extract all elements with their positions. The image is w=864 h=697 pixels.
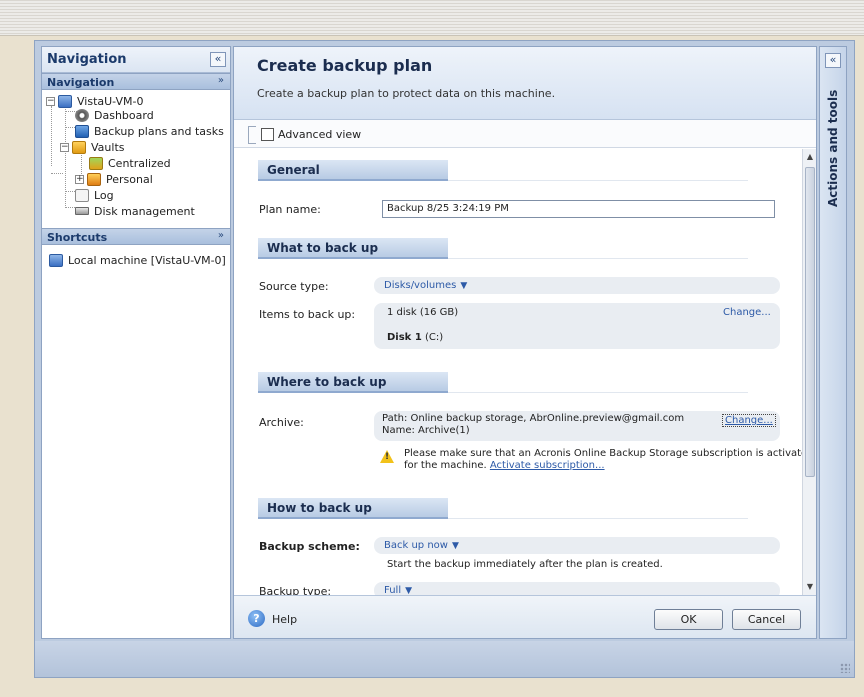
disk-management-icon [75, 207, 89, 215]
items-summary: 1 disk (16 GB) [387, 307, 459, 318]
items-change-link[interactable]: Change... [723, 307, 771, 318]
dialog-footer: ? Help OK Cancel [234, 595, 816, 638]
expand-node-icon[interactable]: + [75, 174, 84, 184]
navigation-pane-title: Navigation [47, 52, 127, 67]
backup-scheme-description: Start the backup immediately after the p… [387, 559, 663, 570]
actions-and-tools-pane[interactable]: « Actions and tools [819, 46, 847, 639]
advanced-view-checkbox[interactable] [261, 128, 274, 141]
backup-type-label: Backup type: [259, 585, 332, 595]
collapse-node-icon[interactable]: − [46, 96, 55, 106]
navigation-tree: − VistaU-VM-0 Dashboard Backup plans and… [42, 90, 230, 228]
tree-item-centralized[interactable]: Centralized [89, 155, 171, 171]
backup-plans-icon [75, 124, 89, 138]
archive-name: Name: Archive(1) [382, 425, 470, 436]
plan-name-input[interactable]: Backup 8/25 3:24:19 PM [382, 200, 775, 218]
warning-text-line1: Please make sure that an Acronis Online … [404, 448, 814, 459]
section-how-header: How to back up [258, 498, 448, 519]
shortcuts-section-label: Shortcuts [47, 231, 108, 244]
scrollbar-thumb[interactable] [805, 167, 815, 477]
backup-type-row [374, 582, 780, 595]
tree-item-label: Log [94, 188, 114, 202]
chevron-up-icon[interactable]: » [218, 75, 224, 86]
help-link[interactable]: Help [272, 613, 297, 626]
shortcut-label: Local machine [VistaU-VM-0] [68, 253, 226, 267]
computer-icon [49, 253, 63, 267]
tree-item-label: Personal [106, 172, 153, 186]
source-type-dropdown[interactable]: Disks/volumes ▼ [384, 280, 467, 291]
activate-subscription-link[interactable]: Activate subscription... [490, 460, 605, 471]
advanced-view-row: Advanced view [234, 120, 816, 148]
disk-entry: Disk 1 (C:) [387, 332, 444, 343]
computer-icon [58, 94, 72, 108]
create-backup-plan-pane: Create backup plan Create a backup plan … [233, 46, 817, 639]
archive-path: Path: Online backup storage, AbrOnline.p… [382, 413, 685, 424]
chevron-up-icon[interactable]: » [218, 230, 224, 241]
tree-item-disk-management[interactable]: Disk management [75, 203, 195, 219]
dropdown-arrow-icon: ▼ [405, 586, 413, 595]
tree-item-label: Dashboard [94, 108, 154, 122]
form-scroll-area: General Plan name: Backup 8/25 3:24:19 P… [234, 149, 816, 595]
window-top-stripes [0, 0, 864, 36]
backup-type-dropdown[interactable]: Full ▼ [384, 585, 412, 595]
dropdown-arrow-icon: ▼ [460, 281, 468, 291]
warning-text-line2: for the machine. Activate subscription..… [404, 460, 605, 471]
tree-item-label: Vaults [91, 140, 125, 154]
tree-item-log[interactable]: Log [75, 187, 114, 203]
tree-item-label: Disk management [94, 204, 195, 218]
dashboard-icon [75, 108, 89, 122]
navigation-pane: Navigation « Navigation » − VistaU-VM-0 … [41, 46, 231, 639]
scroll-up-icon[interactable]: ▲ [804, 151, 816, 163]
status-bar [35, 641, 854, 677]
shortcuts-section-bar[interactable]: Shortcuts » [42, 228, 230, 245]
help-icon[interactable]: ? [248, 610, 265, 627]
cancel-button[interactable]: Cancel [732, 609, 801, 630]
tree-item-vaults[interactable]: − Vaults [60, 139, 124, 155]
archive-change-link[interactable]: Change... [722, 414, 776, 427]
expand-actions-button[interactable]: « [825, 53, 841, 68]
shortcut-local-machine[interactable]: Local machine [VistaU-VM-0] [49, 252, 226, 268]
section-what-header: What to back up [258, 238, 448, 259]
page-header: Create backup plan Create a backup plan … [234, 47, 816, 120]
resize-grip-icon[interactable] [840, 663, 850, 673]
form-vertical-scrollbar[interactable]: ▲ ▼ [802, 149, 816, 595]
navigation-section-bar[interactable]: Navigation » [42, 73, 230, 90]
tree-item-personal[interactable]: + Personal [75, 171, 153, 187]
scroll-down-icon[interactable]: ▼ [804, 581, 816, 593]
log-icon [75, 188, 89, 202]
navigation-section-label: Navigation [47, 76, 115, 89]
tree-item-label: Backup plans and tasks [94, 124, 224, 138]
advanced-view-label[interactable]: Advanced view [278, 128, 361, 141]
centralized-vault-icon [89, 156, 103, 170]
dropdown-arrow-icon: ▼ [451, 541, 459, 551]
source-type-label: Source type: [259, 280, 329, 293]
plan-name-label: Plan name: [259, 203, 321, 216]
archive-label: Archive: [259, 416, 304, 429]
personal-vault-icon [87, 172, 101, 186]
console-frame: Navigation « Navigation » − VistaU-VM-0 … [34, 40, 855, 678]
shortcuts-list: Local machine [VistaU-VM-0] [42, 245, 230, 285]
actions-and-tools-label[interactable]: Actions and tools [826, 90, 840, 207]
items-to-back-up-label: Items to back up: [259, 308, 356, 321]
backup-scheme-label: Backup scheme: [259, 540, 360, 553]
tree-item-label: Centralized [108, 156, 171, 170]
tree-item-label: VistaU-VM-0 [77, 94, 144, 108]
collapse-navigation-button[interactable]: « [210, 52, 226, 67]
tree-item-dashboard[interactable]: Dashboard [75, 107, 154, 123]
warning-icon: ! [380, 450, 394, 463]
vaults-icon [72, 140, 86, 154]
section-general-header: General [258, 160, 448, 181]
page-subtitle: Create a backup plan to protect data on … [257, 87, 556, 100]
page-title: Create backup plan [257, 56, 433, 75]
tree-item-backup-plans[interactable]: Backup plans and tasks [75, 123, 224, 139]
ok-button[interactable]: OK [654, 609, 723, 630]
backup-scheme-dropdown[interactable]: Back up now ▼ [384, 540, 459, 551]
navigation-pane-header: Navigation « [42, 47, 230, 73]
collapse-node-icon[interactable]: − [60, 142, 69, 152]
section-where-header: Where to back up [258, 372, 448, 393]
